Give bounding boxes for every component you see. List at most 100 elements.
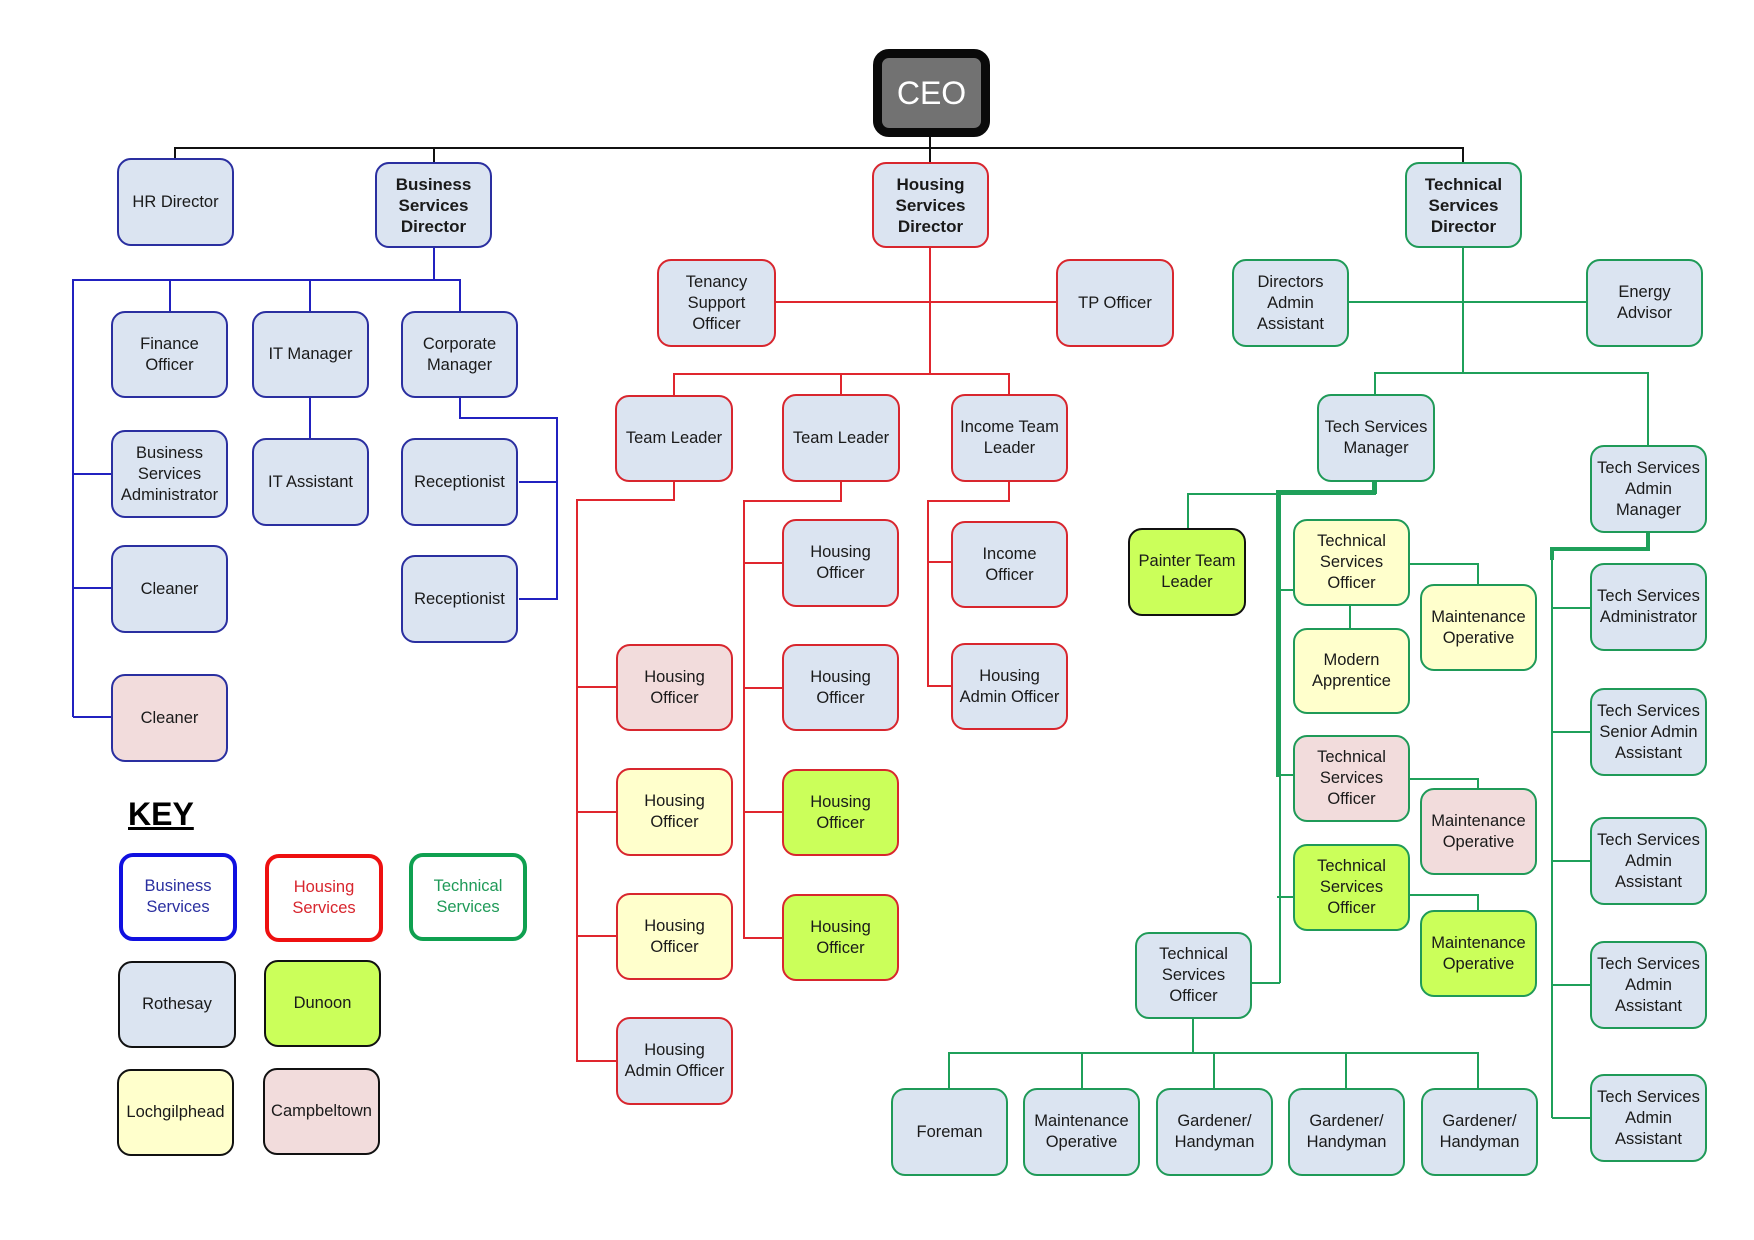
it-manager-box[interactable]: IT Manager [252,311,369,398]
key-dunoon: Dunoon [264,960,381,1047]
tech-services-admin-manager-box[interactable]: Tech Services Admin Manager [1590,445,1707,533]
housing-admin-officer-label: Housing Admin Officer [624,1041,725,1080]
maintenance-operative-label: Maintenance Operative [1034,1112,1129,1151]
housing-officer-box[interactable]: Housing Officer [782,519,899,607]
tech-services-senior-admin-assistant-box[interactable]: Tech Services Senior Admin Assistant [1590,688,1707,776]
tech-admin-manager-label: Tech Services Admin Manager [1597,458,1700,519]
income-team-leader-box[interactable]: Income Team Leader [951,394,1068,482]
hr-director-box[interactable]: HR Director [117,158,234,246]
housing-services-director-box[interactable]: Housing Services Director [872,162,989,248]
modern-apprentice-label: Modern Apprentice [1312,651,1391,690]
housing-officer-box[interactable]: Housing Officer [616,893,733,980]
tenancy-support-officer-box[interactable]: Tenancy Support Officer [657,259,776,347]
energy-advisor-box[interactable]: Energy Advisor [1586,259,1703,347]
directors-admin-label: Directors Admin Assistant [1257,272,1324,333]
housing-officer-box[interactable]: Housing Officer [782,894,899,981]
housing-officer-label: Housing Officer [644,667,705,707]
gardener-handyman-label: Gardener/ Handyman [1174,1112,1255,1151]
tech-services-manager-box[interactable]: Tech Services Manager [1317,394,1435,482]
gardener-handyman-box[interactable]: Gardener/ Handyman [1156,1088,1273,1176]
housing-officer-box[interactable]: Housing Officer [782,769,899,856]
housing-officer-label: Housing Officer [810,792,871,832]
technical-services-officer-box[interactable]: Technical Services Officer [1293,735,1410,822]
cleaner-label: Cleaner [140,708,199,727]
housing-officer-box[interactable]: Housing Officer [782,644,899,731]
housing-admin-officer-box[interactable]: Housing Admin Officer [951,643,1068,730]
tech-services-admin-assistant-box[interactable]: Tech Services Admin Assistant [1590,1074,1707,1162]
team-leader-box[interactable]: Team Leader [782,394,900,482]
team-leader-box[interactable]: Team Leader [615,395,733,482]
housing-officer-label: Housing Officer [644,916,705,956]
corporate-manager-label: Corporate Manager [422,334,497,374]
painter-team-leader-label: Painter Team Leader [1138,552,1236,591]
tp-officer-box[interactable]: TP Officer [1056,259,1174,347]
senior-admin-assistant-label: Tech Services Senior Admin Assistant [1597,701,1700,762]
housing-officer-label: Housing Officer [810,667,871,707]
finance-officer-label: Finance Officer [140,334,199,374]
key-title: KEY [128,796,194,832]
receptionist-box[interactable]: Receptionist [401,438,518,526]
key-housing-label: Housing Services [292,878,356,917]
ceo-box[interactable]: CEO [873,49,990,137]
key-business-services: Business Services [119,853,237,941]
receptionist-label: Receptionist [414,589,505,608]
directors-admin-assistant-box[interactable]: Directors Admin Assistant [1232,259,1349,347]
technical-services-officer-box[interactable]: Technical Services Officer [1293,844,1410,931]
maintenance-operative-box[interactable]: Maintenance Operative [1420,910,1537,997]
business-services-administrator-box[interactable]: Business Services Administrator [111,430,228,518]
tech-services-admin-assistant-box[interactable]: Tech Services Admin Assistant [1590,817,1707,905]
finance-officer-box[interactable]: Finance Officer [111,311,228,398]
housing-officer-label: Housing Officer [644,792,705,831]
tp-officer-label: TP Officer [1078,293,1152,312]
housing-officer-box[interactable]: Housing Officer [616,644,733,731]
housing-officer-label: Housing Officer [810,917,871,957]
team-leader-label: Team Leader [792,428,890,447]
maintenance-operative-box[interactable]: Maintenance Operative [1023,1088,1140,1176]
technical-services-officer-box[interactable]: Technical Services Officer [1135,932,1252,1019]
technical-services-director-box[interactable]: Technical Services Director [1405,162,1522,248]
energy-advisor-label: Energy Advisor [1616,283,1673,322]
key-campbeltown-label: Campbeltown [271,1102,372,1120]
gardener-handyman-label: Gardener/ Handyman [1439,1112,1520,1151]
receptionist-box[interactable]: Receptionist [401,555,518,643]
key-lochgilphead-label: Lochgilphead [126,1103,225,1121]
business-director-label: Business Services Director [395,174,472,236]
cleaner-box[interactable]: Cleaner [111,674,228,762]
modern-apprentice-box[interactable]: Modern Apprentice [1293,628,1410,714]
it-assistant-box[interactable]: IT Assistant [252,438,369,526]
bs-administrator-label: Business Services Administrator [120,443,219,504]
key-technical-label: Technical Services [433,877,503,916]
foreman-label: Foreman [916,1122,983,1141]
housing-admin-officer-box[interactable]: Housing Admin Officer [616,1017,733,1105]
housing-director-label: Housing Services Director [895,174,966,236]
technical-director-label: Technical Services Director [1424,174,1503,236]
key-rothesay-label: Rothesay [142,995,212,1013]
hr-director-label: HR Director [132,192,219,211]
foreman-box[interactable]: Foreman [891,1088,1008,1176]
gardener-handyman-box[interactable]: Gardener/ Handyman [1288,1088,1405,1176]
painter-team-leader-box[interactable]: Painter Team Leader [1128,528,1246,616]
housing-officer-label: Housing Officer [810,543,871,582]
tech-manager-label: Tech Services Manager [1324,418,1428,457]
tech-services-administrator-box[interactable]: Tech Services Administrator [1590,563,1707,651]
key-technical-services: Technical Services [409,853,527,941]
technical-services-officer-box[interactable]: Technical Services Officer [1293,519,1410,606]
tech-services-admin-assistant-box[interactable]: Tech Services Admin Assistant [1590,941,1707,1029]
corporate-manager-box[interactable]: Corporate Manager [401,311,518,398]
it-assistant-label: IT Assistant [268,472,353,491]
cleaner-box[interactable]: Cleaner [111,545,228,633]
key-lochgilphead: Lochgilphead [117,1069,234,1156]
admin-assistant-label: Tech Services Admin Assistant [1597,1087,1700,1148]
cleaner-label: Cleaner [140,579,199,598]
maintenance-operative-label: Maintenance Operative [1431,607,1526,647]
income-officer-label: Income Officer [982,544,1037,584]
gardener-handyman-box[interactable]: Gardener/ Handyman [1421,1088,1538,1176]
maintenance-operative-box[interactable]: Maintenance Operative [1420,788,1537,875]
admin-assistant-label: Tech Services Admin Assistant [1597,954,1700,1015]
housing-officer-box[interactable]: Housing Officer [616,768,733,856]
maintenance-operative-box[interactable]: Maintenance Operative [1420,584,1537,671]
tso-label: Technical Services Officer [1159,945,1228,1005]
income-officer-box[interactable]: Income Officer [951,521,1068,608]
key-business-label: Business Services [144,877,212,916]
business-services-director-box[interactable]: Business Services Director [375,162,492,248]
